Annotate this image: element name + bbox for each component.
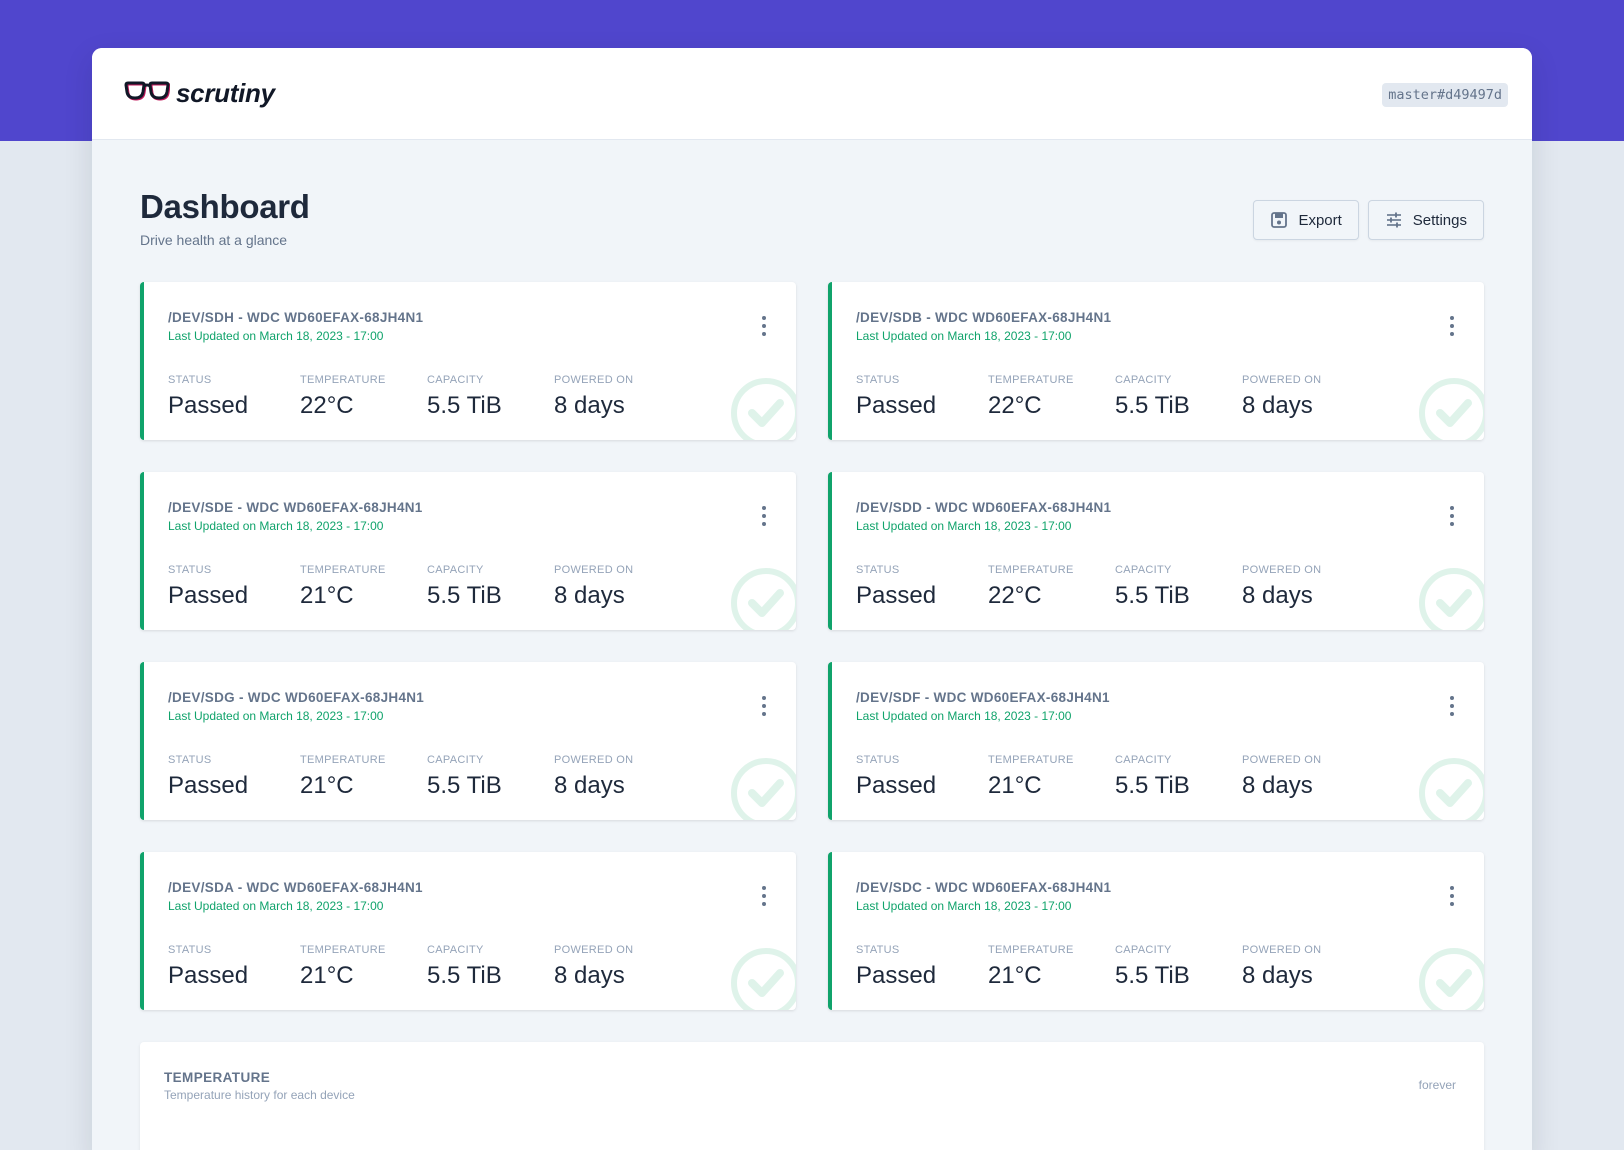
check-circle-icon <box>728 755 796 820</box>
more-vertical-icon[interactable] <box>1446 506 1458 526</box>
device-last-updated: Last Updated on March 18, 2023 - 17:00 <box>856 519 1072 533</box>
device-title: /DEV/SDF - WDC WD60EFAX-68JH4N1 <box>856 690 1110 705</box>
temperature-subtitle: Temperature history for each device <box>164 1088 355 1102</box>
page-subtitle: Drive health at a glance <box>140 232 288 248</box>
stat-status: STATUS Passed <box>168 754 249 799</box>
stat-capacity: CAPACITY 5.5 TiB <box>427 754 502 799</box>
device-card[interactable]: /DEV/SDF - WDC WD60EFAX-68JH4N1 Last Upd… <box>828 662 1484 820</box>
stat-capacity: CAPACITY 5.5 TiB <box>1115 564 1190 609</box>
device-card[interactable]: /DEV/SDB - WDC WD60EFAX-68JH4N1 Last Upd… <box>828 282 1484 440</box>
device-last-updated: Last Updated on March 18, 2023 - 17:00 <box>168 709 384 723</box>
stat-powered-on: POWERED ON 8 days <box>554 944 634 989</box>
check-circle-icon <box>728 945 796 1010</box>
device-title: /DEV/SDH - WDC WD60EFAX-68JH4N1 <box>168 310 424 325</box>
device-title: /DEV/SDG - WDC WD60EFAX-68JH4N1 <box>168 690 425 705</box>
device-card[interactable]: /DEV/SDC - WDC WD60EFAX-68JH4N1 Last Upd… <box>828 852 1484 1010</box>
export-label: Export <box>1298 211 1342 229</box>
version-badge: master#d49497d <box>1382 83 1508 107</box>
stat-temperature: TEMPERATURE 21°C <box>988 754 1074 799</box>
temperature-range-selector[interactable]: forever <box>1419 1078 1456 1092</box>
stat-status: STATUS Passed <box>856 374 937 419</box>
check-circle-icon <box>1416 945 1484 1010</box>
stat-status: STATUS Passed <box>168 564 249 609</box>
stat-powered-on: POWERED ON 8 days <box>1242 564 1322 609</box>
more-vertical-icon[interactable] <box>1446 696 1458 716</box>
app-name: scrutiny <box>176 78 275 108</box>
settings-button[interactable]: Settings <box>1367 200 1484 240</box>
device-card[interactable]: /DEV/SDD - WDC WD60EFAX-68JH4N1 Last Upd… <box>828 472 1484 630</box>
more-vertical-icon[interactable] <box>1446 316 1458 336</box>
stat-temperature: TEMPERATURE 22°C <box>988 374 1074 419</box>
stat-temperature: TEMPERATURE 21°C <box>300 754 386 799</box>
stat-temperature: TEMPERATURE 21°C <box>988 944 1074 989</box>
device-last-updated: Last Updated on March 18, 2023 - 17:00 <box>168 329 384 343</box>
more-vertical-icon[interactable] <box>758 886 770 906</box>
more-vertical-icon[interactable] <box>1446 886 1458 906</box>
stat-status: STATUS Passed <box>168 944 249 989</box>
stat-temperature: TEMPERATURE 21°C <box>300 564 386 609</box>
device-title: /DEV/SDE - WDC WD60EFAX-68JH4N1 <box>168 500 423 515</box>
check-circle-icon <box>1416 375 1484 440</box>
stat-status: STATUS Passed <box>168 374 249 419</box>
device-title: /DEV/SDD - WDC WD60EFAX-68JH4N1 <box>856 500 1112 515</box>
logo[interactable]: scrutiny <box>124 78 275 109</box>
stat-powered-on: POWERED ON 8 days <box>554 374 634 419</box>
check-circle-icon <box>1416 565 1484 630</box>
device-card[interactable]: /DEV/SDH - WDC WD60EFAX-68JH4N1 Last Upd… <box>140 282 796 440</box>
stat-temperature: TEMPERATURE 22°C <box>300 374 386 419</box>
stat-powered-on: POWERED ON 8 days <box>1242 754 1322 799</box>
stat-status: STATUS Passed <box>856 754 937 799</box>
device-card[interactable]: /DEV/SDG - WDC WD60EFAX-68JH4N1 Last Upd… <box>140 662 796 820</box>
stat-powered-on: POWERED ON 8 days <box>1242 944 1322 989</box>
temperature-panel: TEMPERATURE Temperature history for each… <box>140 1042 1484 1150</box>
sliders-icon <box>1385 211 1403 229</box>
device-card[interactable]: /DEV/SDE - WDC WD60EFAX-68JH4N1 Last Upd… <box>140 472 796 630</box>
stat-temperature: TEMPERATURE 21°C <box>300 944 386 989</box>
check-circle-icon <box>728 375 796 440</box>
device-title: /DEV/SDA - WDC WD60EFAX-68JH4N1 <box>168 880 423 895</box>
device-last-updated: Last Updated on March 18, 2023 - 17:00 <box>168 519 384 533</box>
stat-powered-on: POWERED ON 8 days <box>554 564 634 609</box>
stat-capacity: CAPACITY 5.5 TiB <box>1115 374 1190 419</box>
check-circle-icon <box>728 565 796 630</box>
temperature-title: TEMPERATURE <box>164 1070 271 1085</box>
page-title: Dashboard <box>140 188 310 225</box>
stat-temperature: TEMPERATURE 22°C <box>988 564 1074 609</box>
device-last-updated: Last Updated on March 18, 2023 - 17:00 <box>856 329 1072 343</box>
device-card[interactable]: /DEV/SDA - WDC WD60EFAX-68JH4N1 Last Upd… <box>140 852 796 1010</box>
device-last-updated: Last Updated on March 18, 2023 - 17:00 <box>856 899 1072 913</box>
settings-label: Settings <box>1412 211 1467 229</box>
save-icon <box>1270 211 1288 229</box>
stat-capacity: CAPACITY 5.5 TiB <box>427 944 502 989</box>
top-bar: scrutiny master#d49497d <box>92 48 1532 140</box>
glasses-icon <box>124 80 171 107</box>
device-title: /DEV/SDB - WDC WD60EFAX-68JH4N1 <box>856 310 1112 325</box>
stat-capacity: CAPACITY 5.5 TiB <box>1115 944 1190 989</box>
stat-status: STATUS Passed <box>856 944 937 989</box>
stat-capacity: CAPACITY 5.5 TiB <box>427 564 502 609</box>
export-button[interactable]: Export <box>1253 200 1359 240</box>
app-window: scrutiny master#d49497d Dashboard Drive … <box>92 48 1532 1150</box>
page-header: Dashboard Drive health at a glance <box>140 188 310 248</box>
device-last-updated: Last Updated on March 18, 2023 - 17:00 <box>856 709 1072 723</box>
page-actions: Export Settings <box>1253 200 1484 240</box>
stat-status: STATUS Passed <box>856 564 937 609</box>
stat-powered-on: POWERED ON 8 days <box>1242 374 1322 419</box>
check-circle-icon <box>1416 755 1484 820</box>
stat-capacity: CAPACITY 5.5 TiB <box>1115 754 1190 799</box>
stat-capacity: CAPACITY 5.5 TiB <box>427 374 502 419</box>
more-vertical-icon[interactable] <box>758 506 770 526</box>
more-vertical-icon[interactable] <box>758 316 770 336</box>
stat-powered-on: POWERED ON 8 days <box>554 754 634 799</box>
device-title: /DEV/SDC - WDC WD60EFAX-68JH4N1 <box>856 880 1112 895</box>
more-vertical-icon[interactable] <box>758 696 770 716</box>
device-last-updated: Last Updated on March 18, 2023 - 17:00 <box>168 899 384 913</box>
